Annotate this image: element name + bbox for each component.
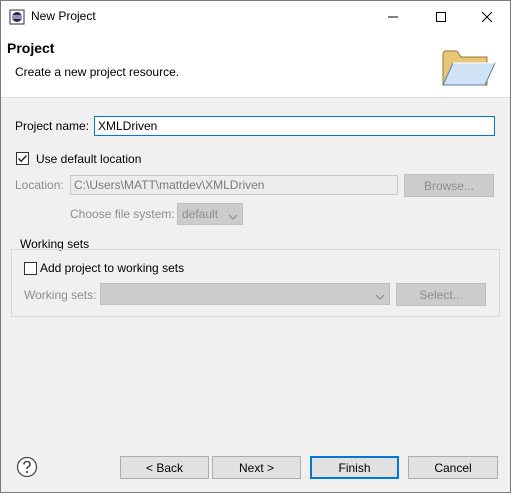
location-input[interactable]: C:\Users\MATT\mattdev\XMLDriven (70, 175, 398, 195)
new-project-dialog: New Project Project Create a new project… (0, 0, 511, 493)
close-icon (482, 11, 492, 22)
back-button[interactable]: < Back (120, 456, 209, 479)
title-bar[interactable]: New Project (1, 1, 510, 32)
use-default-location-checkbox[interactable] (16, 152, 29, 165)
eclipse-app-icon (9, 9, 25, 25)
file-system-select[interactable]: default (177, 203, 243, 225)
working-sets-select[interactable] (100, 283, 390, 305)
open-folder-icon (439, 45, 497, 89)
checkmark-icon (17, 153, 28, 164)
location-label: Location: (15, 178, 64, 192)
maximize-icon (436, 11, 446, 22)
banner-title: Project (7, 40, 55, 56)
next-button[interactable]: Next > (212, 456, 301, 479)
banner-description: Create a new project resource. (15, 65, 180, 79)
chevron-down-icon (375, 290, 385, 300)
file-system-label: Choose file system: (70, 207, 175, 221)
maximize-button[interactable] (418, 1, 464, 32)
project-name-label: Project name: (15, 119, 90, 133)
add-to-working-sets-checkbox[interactable] (24, 262, 37, 275)
use-default-location-label: Use default location (36, 152, 142, 166)
chevron-down-icon (228, 210, 238, 220)
browse-button[interactable]: Browse... (404, 174, 494, 197)
minimize-icon (388, 12, 398, 22)
finish-button[interactable]: Finish (310, 456, 399, 479)
help-icon[interactable] (16, 456, 38, 478)
select-working-sets-button[interactable]: Select... (396, 283, 486, 306)
cancel-button[interactable]: Cancel (408, 456, 498, 479)
add-to-working-sets-label: Add project to working sets (40, 261, 185, 275)
wizard-banner: Project Create a new project resource. (1, 32, 510, 98)
file-system-value: default (182, 207, 219, 221)
project-name-input[interactable]: XMLDriven (94, 116, 495, 136)
minimize-button[interactable] (370, 1, 416, 32)
close-button[interactable] (464, 1, 510, 32)
window-title: New Project (31, 9, 96, 23)
working-sets-label: Working sets: (24, 288, 97, 302)
